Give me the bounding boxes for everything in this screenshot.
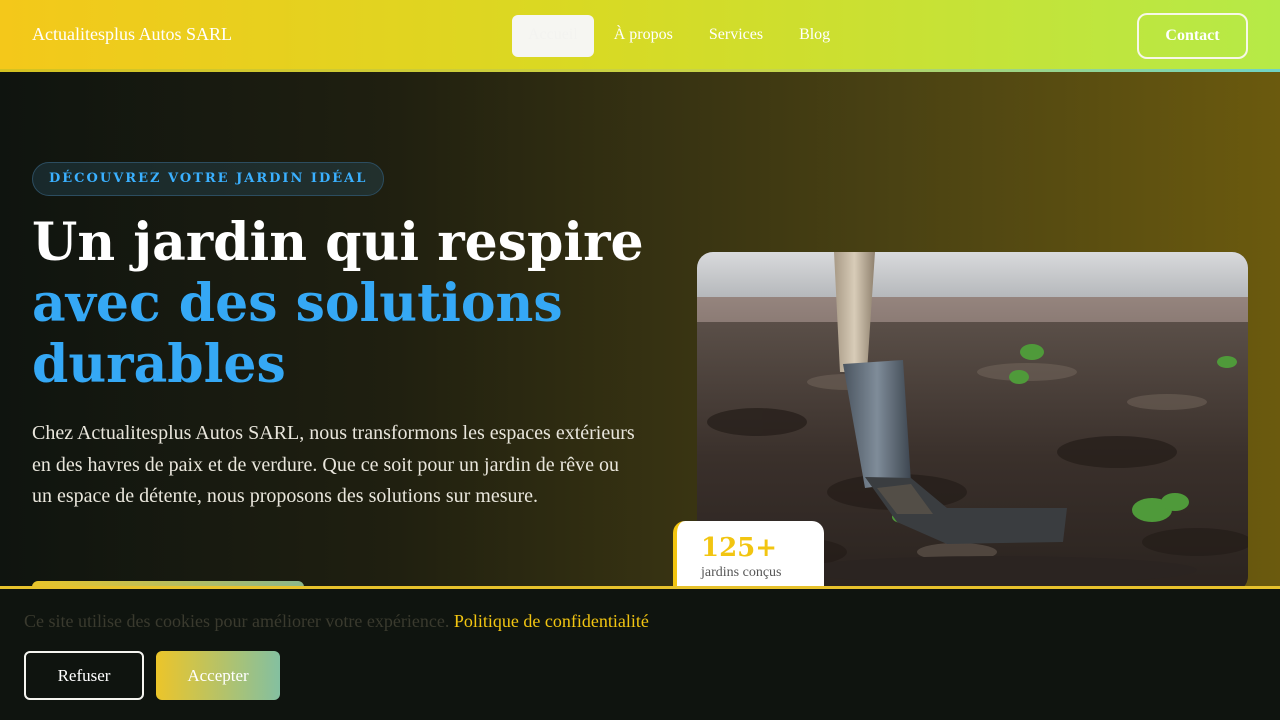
hero-badge: DÉCOUVREZ VOTRE JARDIN IDÉAL xyxy=(32,162,385,196)
contact-button[interactable]: Contact xyxy=(1137,13,1248,59)
nav-services[interactable]: Services xyxy=(693,15,779,57)
nav-a-propos[interactable]: À propos xyxy=(598,15,689,57)
main-nav: Accueil À propos Services Blog xyxy=(512,15,850,57)
stat-card: 125+ jardins conçus xyxy=(673,521,824,586)
hero-section: DÉCOUVREZ VOTRE JARDIN IDÉAL Un jardin q… xyxy=(0,72,1280,586)
site-header: Actualitesplus Autos SARL Accueil À prop… xyxy=(0,0,1280,72)
cookie-text: Ce site utilise des cookies pour amélior… xyxy=(24,611,450,631)
hero-title-main: Un jardin qui respire xyxy=(32,212,644,273)
hero-description: Chez Actualitesplus Autos SARL, nous tra… xyxy=(32,422,635,507)
privacy-policy-link[interactable]: Politique de confidentialité xyxy=(454,611,649,631)
hero-title-accent: avec des solutions durables xyxy=(32,273,563,395)
refuse-cookies-button[interactable]: Refuser xyxy=(24,651,144,700)
cookie-message: Ce site utilise des cookies pour amélior… xyxy=(24,611,649,632)
nav-accueil[interactable]: Accueil xyxy=(512,15,594,57)
nav-blog[interactable]: Blog xyxy=(783,15,846,57)
brand-logo[interactable]: Actualitesplus Autos SARL xyxy=(32,24,232,45)
stat-number: 125+ xyxy=(701,533,778,563)
cookie-banner: Ce site utilise des cookies pour amélior… xyxy=(0,586,1280,720)
stat-label: jardins conçus xyxy=(701,565,782,580)
hero-title: Un jardin qui respire avec des solutions… xyxy=(32,212,652,395)
accept-cookies-button[interactable]: Accepter xyxy=(156,651,280,700)
